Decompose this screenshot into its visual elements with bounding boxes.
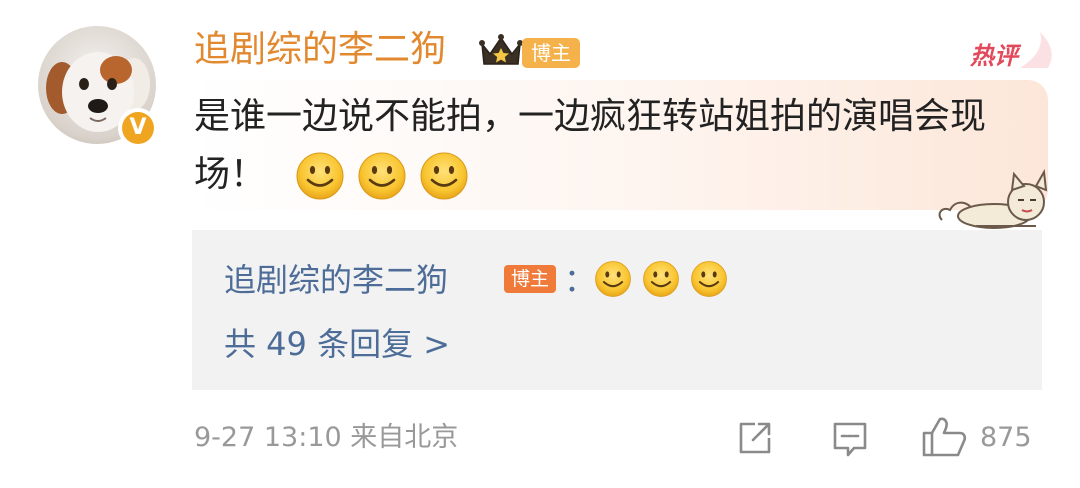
smile-icon — [642, 260, 680, 298]
blogger-tag: 博主 — [522, 38, 580, 68]
reply-preview[interactable]: 追剧综的李二狗 博主 ： 共 49 条回复 > — [192, 230, 1042, 390]
comment-emojis — [295, 151, 469, 201]
smile-icon — [357, 151, 407, 201]
smile-icon — [690, 260, 728, 298]
comment-icon[interactable] — [830, 418, 870, 458]
smile-icon — [419, 151, 469, 201]
crown-icon — [479, 34, 523, 65]
hot-comment-label: 热评 — [970, 42, 1018, 70]
username[interactable]: 追剧综的李二狗 — [194, 24, 446, 76]
verified-badge: V — [118, 108, 158, 148]
verified-badge-label: V — [122, 112, 154, 144]
comment-body: 是谁一边说不能拍，一边疯狂转站姐拍的演唱会现场！ — [194, 88, 1004, 204]
reply-colon: ： — [564, 261, 597, 299]
hot-comment-badge: 热评 — [970, 30, 1056, 72]
smile-icon — [594, 260, 632, 298]
cat-sticker-icon — [938, 168, 1048, 229]
thumbs-up-icon[interactable] — [920, 415, 968, 459]
reply-emojis — [594, 260, 728, 298]
smile-icon — [295, 151, 345, 201]
like-count: 875 — [980, 422, 1032, 453]
timestamp-location: 9-27 13:10 来自北京 — [194, 422, 459, 453]
reply-blogger-tag: 博主 — [504, 265, 557, 293]
view-replies-link[interactable]: 共 49 条回复 > — [224, 322, 450, 366]
reply-username[interactable]: 追剧综的李二狗 — [224, 258, 448, 302]
share-icon[interactable] — [735, 418, 775, 458]
